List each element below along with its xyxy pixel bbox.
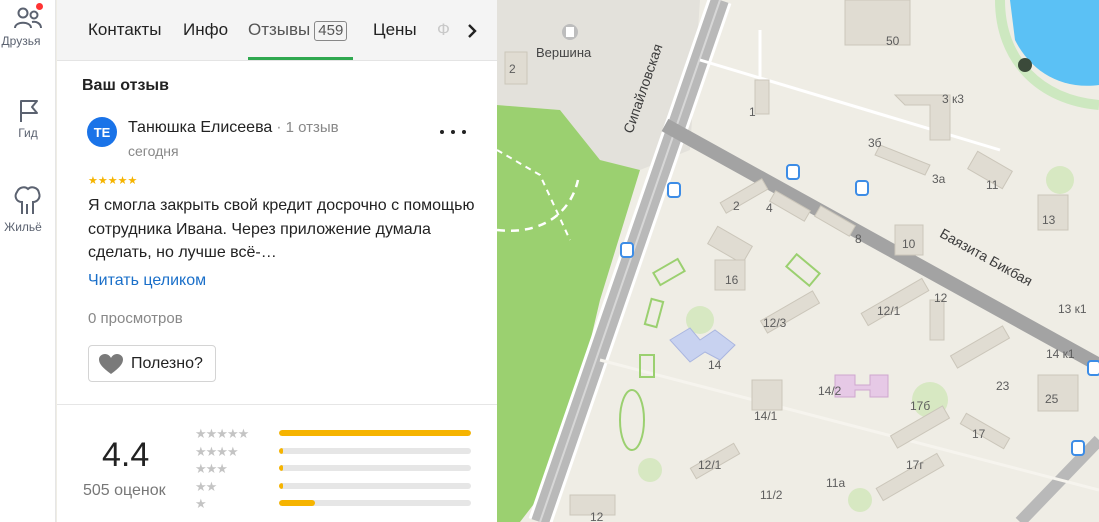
house-number: 2 <box>509 62 516 76</box>
distribution-stars: ★★★ <box>195 461 228 476</box>
author-separator: · <box>276 119 282 136</box>
distribution-bar <box>279 447 471 454</box>
tabs-scroll-right-button[interactable] <box>457 14 487 48</box>
distribution-bar <box>279 482 471 489</box>
house-number: 3б <box>868 136 882 150</box>
house-number: 13 <box>1042 213 1056 227</box>
views-count: 0 просмотров <box>88 310 183 327</box>
house-number: 12/1 <box>877 304 901 318</box>
more-dot-icon <box>440 130 444 134</box>
reviews-count-badge: 459 <box>314 21 348 41</box>
distribution-stars: ★★ <box>195 478 217 494</box>
house-number: 11а <box>826 476 846 490</box>
tab-prices[interactable]: Цены <box>373 20 417 40</box>
house-number: 3 к3 <box>942 92 964 106</box>
house-number: 16 <box>725 273 739 287</box>
rail-item-guide[interactable]: Гид <box>0 98 56 140</box>
avatar[interactable]: ТЕ <box>87 117 117 147</box>
house-number: 12/1 <box>698 458 722 472</box>
heart-icon <box>99 353 123 374</box>
review-date: сегодня <box>128 143 179 159</box>
house-number: 2 <box>733 199 740 213</box>
useful-button[interactable]: Полезно? <box>88 345 216 382</box>
tab-contacts[interactable]: Контакты <box>88 20 161 40</box>
more-dot-icon <box>451 130 455 134</box>
house-number: 14 к1 <box>1046 347 1075 361</box>
left-rail: Друзья Гид Жильё <box>0 0 56 522</box>
place-label: Вершина <box>536 45 592 60</box>
author-review-count: 1 отзыв <box>285 119 339 136</box>
house-number: 11/2 <box>760 488 783 502</box>
tab-reviews-label: Отзывы <box>248 20 311 39</box>
distribution-stars: ★★★★ <box>195 443 239 459</box>
distribution-bar <box>279 465 471 471</box>
house-number: 17г <box>906 458 924 472</box>
rail-item-friends[interactable]: Друзья <box>0 3 56 48</box>
flag-icon <box>20 100 38 122</box>
distribution-bar-fill <box>279 447 283 454</box>
distribution-bar-fill <box>279 482 283 489</box>
review-stars: ★★★★★ <box>88 175 138 187</box>
house-number: 1 <box>749 105 756 119</box>
tab-bar: Контакты Инфо Отзывы 459 Цены Ф <box>57 0 497 61</box>
distribution-stars: ★★★★★ <box>195 426 249 441</box>
house-number: 12 <box>934 291 948 305</box>
house-number: 25 <box>1045 392 1059 406</box>
distribution-bar-fill <box>279 500 316 506</box>
house-number: 14/1 <box>754 409 778 423</box>
organization-panel: Контакты Инфо Отзывы 459 Цены Ф Ваш отзыв… <box>57 0 497 522</box>
author-name[interactable]: Танюшка Елисеева <box>128 119 272 136</box>
house-number: 10 <box>902 237 916 251</box>
distribution-bar-fill <box>279 430 471 436</box>
active-tab-indicator <box>248 57 353 60</box>
review-text: Я смогла закрыть свой кредит досрочно с … <box>88 197 475 261</box>
your-review-title: Ваш отзыв <box>82 77 169 94</box>
rail-label: Друзья <box>1 34 41 48</box>
house-number: 3а <box>932 172 946 186</box>
house-number: 17б <box>910 399 931 413</box>
house-number: 14 <box>708 358 722 372</box>
useful-label: Полезно? <box>131 354 203 372</box>
notification-dot <box>36 3 43 10</box>
review-author: Танюшка Елисеева · 1 отзыв <box>128 119 339 137</box>
tab-reviews[interactable]: Отзывы 459 <box>248 20 348 41</box>
chevron-right-icon <box>468 24 477 38</box>
distribution-bar-fill <box>279 465 283 471</box>
ratings-count: 505 оценок <box>83 482 166 499</box>
building-icon <box>14 186 41 214</box>
house-number: 12/3 <box>763 316 787 330</box>
review-more-button[interactable] <box>440 122 466 142</box>
more-dot-icon <box>462 130 466 134</box>
divider <box>57 404 497 405</box>
rail-label: Жильё <box>4 220 42 234</box>
distribution-bar <box>279 430 471 436</box>
house-number: 50 <box>886 34 900 48</box>
rail-item-housing[interactable]: Жильё <box>0 184 56 234</box>
distribution-bar <box>279 500 471 506</box>
house-number: 12 <box>590 510 604 522</box>
distribution-stars: ★ <box>195 496 207 511</box>
read-more-link[interactable]: Читать целиком <box>88 272 206 290</box>
house-number: 8 <box>855 232 862 246</box>
house-number: 11 <box>986 178 999 192</box>
average-rating: 4.4 <box>102 436 150 474</box>
house-number: 13 к1 <box>1058 302 1087 316</box>
rail-label: Гид <box>18 126 38 140</box>
tab-faded-next: Ф <box>437 20 450 39</box>
house-number: 23 <box>996 379 1010 393</box>
house-number: 4 <box>766 201 773 215</box>
house-number: 17 <box>972 427 986 441</box>
house-number: 14/2 <box>818 384 842 398</box>
tab-info[interactable]: Инфо <box>183 20 228 40</box>
